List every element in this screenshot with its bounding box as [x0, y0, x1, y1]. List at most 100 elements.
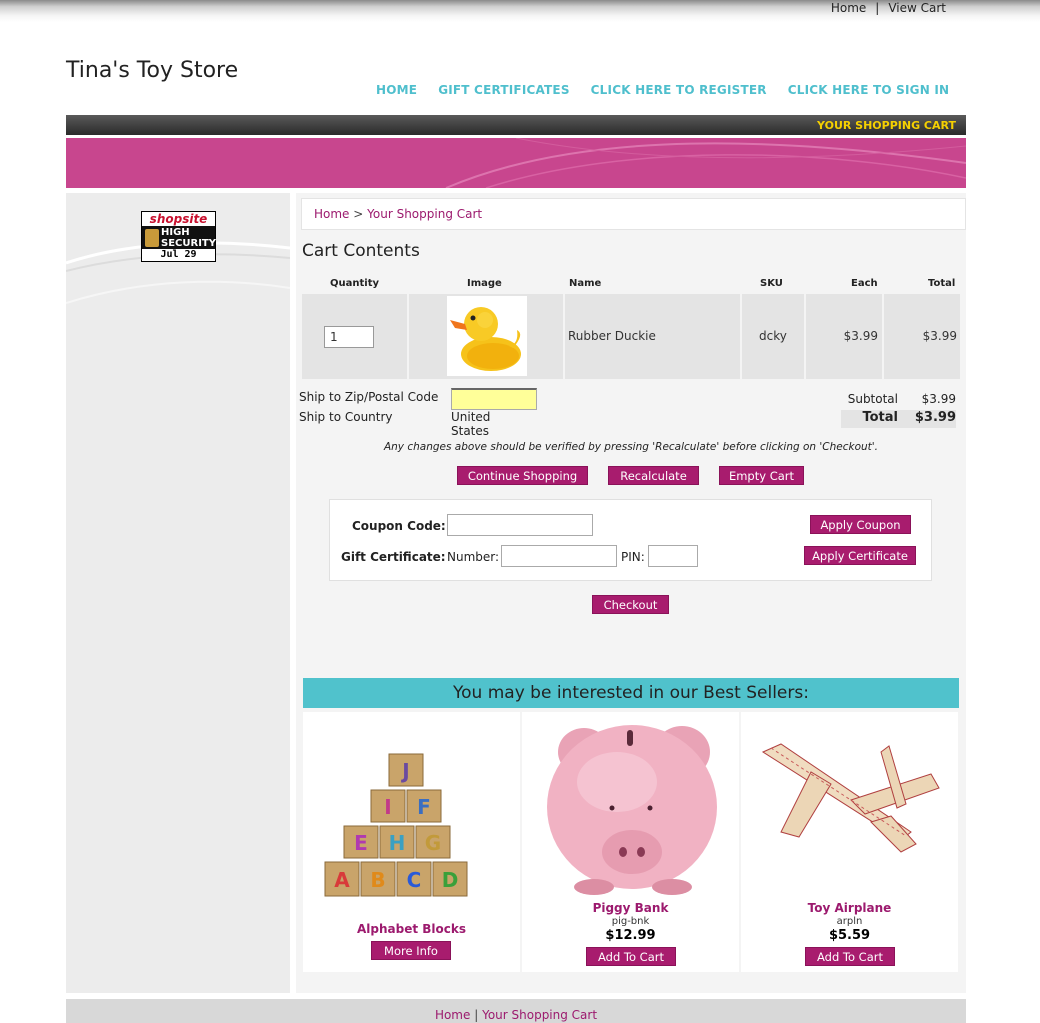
product-card-piggy-bank: Piggy Bank pig-bnk $12.99 Add To Cart [522, 712, 739, 972]
total-cell: $3.99 [884, 294, 960, 379]
order-totals: Subtotal $3.99 Total $3.99 [841, 392, 956, 428]
certificate-number-label: Number: [447, 550, 500, 564]
breadcrumb: Home > Your Shopping Cart [301, 198, 966, 230]
cart-contents-title: Cart Contents [302, 241, 420, 261]
ship-country-label: Ship to Country [299, 410, 393, 424]
nav-sign-in[interactable]: CLICK HERE TO SIGN IN [788, 83, 950, 97]
cart-item-sku: dcky [759, 329, 787, 343]
product-name-alphabet-blocks[interactable]: Alphabet Blocks [303, 922, 520, 936]
main-content: Home > Your Shopping Cart Cart Contents … [296, 193, 966, 993]
more-info-button[interactable]: More Info [371, 941, 451, 960]
breadcrumb-separator: > [353, 207, 364, 221]
left-sidebar: shopsite HIGH SECURITY Jul 29 [66, 193, 290, 993]
cart-table: Quantity Image Name SKU Each Total 1 Rub… [302, 276, 960, 379]
best-sellers-heading: You may be interested in our Best Seller… [303, 678, 959, 708]
pink-banner [66, 138, 966, 188]
product-sku-toy-airplane: arpln [836, 916, 863, 927]
top-links: Home | View Cart [831, 1, 946, 15]
recalculate-note: Any changes above should be verified by … [383, 441, 879, 453]
breadcrumb-current[interactable]: Your Shopping Cart [367, 207, 482, 221]
shopsite-security-badge[interactable]: shopsite HIGH SECURITY Jul 29 [141, 211, 216, 262]
svg-text:C: C [407, 868, 422, 892]
footer-home-link[interactable]: Home [435, 1008, 470, 1022]
recalculate-button[interactable]: Recalculate [608, 466, 699, 485]
svg-text:D: D [442, 868, 459, 892]
product-sku-piggy-bank: pig-bnk [611, 916, 650, 927]
certificate-pin-label: PIN: [621, 550, 645, 564]
header-quantity: Quantity [330, 278, 379, 289]
cart-item-total: $3.99 [922, 329, 957, 343]
shopping-cart-bar-label: YOUR SHOPPING CART [817, 119, 956, 132]
svg-text:A: A [334, 868, 350, 892]
ship-country-row: Ship to Country United States [299, 410, 490, 438]
svg-text:G: G [425, 831, 441, 855]
top-home-link[interactable]: Home [831, 1, 866, 15]
total-value: $3.99 [914, 410, 956, 425]
shopping-cart-bar: YOUR SHOPPING CART [66, 115, 966, 135]
product-price-piggy-bank: $12.99 [605, 928, 656, 943]
coupon-code-input[interactable] [447, 514, 593, 536]
checkout-button[interactable]: Checkout [592, 595, 669, 614]
badge-security-text: HIGH SECURITY [161, 227, 216, 249]
badge-date: Jul 29 [142, 249, 215, 261]
certificate-pin-input[interactable] [648, 545, 698, 567]
continue-shopping-button[interactable]: Continue Shopping [457, 466, 588, 485]
padlock-icon [145, 229, 159, 247]
image-cell [409, 294, 563, 379]
cart-table-header: Quantity Image Name SKU Each Total [302, 276, 960, 294]
ship-country-value: United States [451, 410, 491, 438]
coupon-box: Coupon Code: Apply Coupon Gift Certifica… [329, 499, 932, 581]
cart-row: Rubber Duckie dcky $3.99 $3.99 [302, 294, 960, 379]
total-label: Total [862, 410, 898, 425]
subtotal-row: Subtotal $3.99 [841, 392, 956, 410]
top-links-separator: | [875, 1, 880, 15]
header-each: Each [851, 278, 878, 289]
breadcrumb-home[interactable]: Home [314, 207, 349, 221]
svg-text:E: E [354, 831, 368, 855]
banner-swoosh-graphic [445, 138, 966, 188]
add-to-cart-toy-airplane-button[interactable]: Add To Cart [805, 947, 895, 966]
rubber-duckie-image[interactable] [447, 296, 527, 376]
piggy-bank-image[interactable] [522, 712, 739, 897]
sku-cell: dcky [742, 294, 804, 379]
top-view-cart-link[interactable]: View Cart [888, 1, 946, 15]
footer-cart-link[interactable]: Your Shopping Cart [482, 1008, 597, 1022]
gift-certificate-label: Gift Certificate: [341, 550, 446, 564]
apply-certificate-button[interactable]: Apply Certificate [804, 546, 916, 565]
svg-text:J: J [400, 759, 409, 783]
header-image: Image [467, 278, 502, 289]
certificate-number-input[interactable] [501, 545, 617, 567]
cart-item-each: $3.99 [843, 329, 878, 343]
product-name-piggy-bank[interactable]: Piggy Bank [522, 901, 739, 915]
each-cell: $3.99 [806, 294, 882, 379]
nav-register[interactable]: CLICK HERE TO REGISTER [591, 83, 767, 97]
nav-home[interactable]: HOME [376, 83, 417, 97]
header-sku: SKU [760, 278, 783, 289]
toy-airplane-image[interactable] [741, 712, 958, 897]
nav-gift-certificates[interactable]: GIFT CERTIFICATES [438, 83, 569, 97]
header-name: Name [569, 278, 602, 289]
svg-text:F: F [417, 795, 431, 819]
store-title: Tina's Toy Store [66, 58, 239, 83]
product-name-toy-airplane[interactable]: Toy Airplane [741, 901, 958, 915]
cart-item-name: Rubber Duckie [568, 329, 656, 343]
footer-separator: | [474, 1008, 479, 1022]
add-to-cart-piggy-bank-button[interactable]: Add To Cart [586, 947, 676, 966]
quantity-cell [302, 294, 407, 379]
coupon-code-label: Coupon Code: [352, 519, 446, 533]
alphabet-blocks-image[interactable]: J I F E H G A B C D [303, 712, 520, 912]
svg-text:I: I [384, 795, 391, 819]
badge-brand: shopsite [142, 212, 215, 226]
svg-text:B: B [370, 868, 385, 892]
svg-text:H: H [389, 831, 406, 855]
main-nav: HOME GIFT CERTIFICATES CLICK HERE TO REGIS… [376, 83, 970, 97]
name-cell: Rubber Duckie [565, 294, 740, 379]
empty-cart-button[interactable]: Empty Cart [719, 466, 804, 485]
product-card-toy-airplane: Toy Airplane arpln $5.59 Add To Cart [741, 712, 958, 972]
quantity-input[interactable] [324, 326, 374, 348]
product-price-toy-airplane: $5.59 [828, 928, 871, 943]
zip-postal-input[interactable] [451, 388, 537, 410]
subtotal-label: Subtotal [847, 392, 898, 406]
apply-coupon-button[interactable]: Apply Coupon [810, 515, 911, 534]
ship-zip-label: Ship to Zip/Postal Code [299, 390, 439, 404]
